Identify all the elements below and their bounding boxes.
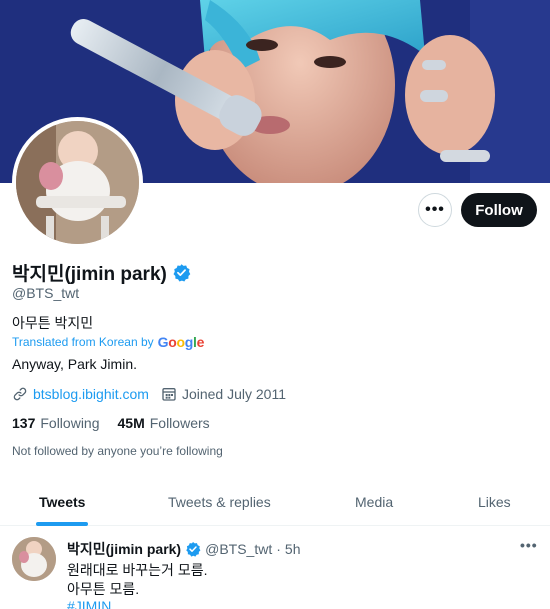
tweet-author-name[interactable]: 박지민(jimin park) <box>67 539 181 559</box>
profile-avatar[interactable] <box>12 117 143 248</box>
more-options-icon: ••• <box>425 201 445 218</box>
not-followed-notice: Not followed by anyone you’re following <box>12 444 223 458</box>
tab-likes[interactable]: Likes <box>478 494 511 510</box>
tweet-avatar-photo <box>12 537 56 581</box>
profile-tabs: Tweets Tweets & replies Media Likes <box>0 478 550 526</box>
tab-media[interactable]: Media <box>355 494 393 510</box>
profile-bio: 아무튼 박지민 <box>12 315 94 331</box>
tweet-text-line: 아무튼 모름. <box>67 581 140 597</box>
link-icon <box>13 387 27 401</box>
tweet-header: 박지민(jimin park) @BTS_twt · 5h <box>67 539 300 559</box>
following-link[interactable]: 137 Following <box>12 415 100 431</box>
tweet-time[interactable]: 5h <box>285 541 301 557</box>
followers-link[interactable]: 45M Followers <box>118 415 210 431</box>
followers-count: 45M <box>117 415 145 431</box>
tweet-more-icon[interactable]: ••• <box>520 537 538 553</box>
tab-tweets-replies[interactable]: Tweets & replies <box>168 494 271 510</box>
verified-badge-icon <box>173 264 191 282</box>
website-link[interactable]: btsblog.ibighit.com <box>33 386 149 402</box>
tweet-text-line: 원래대로 바꾸는거 모름. <box>67 562 208 578</box>
tweet[interactable]: 박지민(jimin park) @BTS_twt · 5h ••• 원래대로 바… <box>0 527 550 609</box>
avatar-photo <box>16 121 139 244</box>
profile-meta: btsblog.ibighit.com Joined July 2011 <box>12 386 286 402</box>
translated-bio: Anyway, Park Jimin. <box>12 356 137 372</box>
translated-from-text: Translated from Korean by <box>12 335 154 349</box>
verified-badge-icon <box>186 542 201 557</box>
followers-label: Followers <box>149 415 210 431</box>
tab-tweets[interactable]: Tweets <box>39 494 85 510</box>
profile-handle: @BTS_twt <box>12 285 80 301</box>
tweet-avatar[interactable] <box>12 537 56 581</box>
profile-name: 박지민(jimin park) <box>12 259 191 286</box>
google-logo: Google <box>157 334 205 350</box>
active-tab-indicator <box>36 522 88 526</box>
profile-name-text: 박지민(jimin park) <box>12 264 167 285</box>
follow-button[interactable]: Follow <box>461 193 537 227</box>
translation-attribution[interactable]: Translated from Korean by Google <box>12 334 204 350</box>
more-options-button[interactable]: ••• <box>418 193 452 227</box>
follow-stats: 137 Following 45M Followers <box>12 415 210 431</box>
tweet-hashtag[interactable]: #JIMIN <box>67 598 111 609</box>
following-count: 137 <box>12 415 36 431</box>
tweet-author-handle[interactable]: @BTS_twt <box>205 541 272 557</box>
calendar-icon <box>162 388 176 401</box>
following-label: Following <box>40 415 100 431</box>
joined-date: Joined July 2011 <box>181 386 286 402</box>
tweet-separator: · <box>276 541 281 557</box>
